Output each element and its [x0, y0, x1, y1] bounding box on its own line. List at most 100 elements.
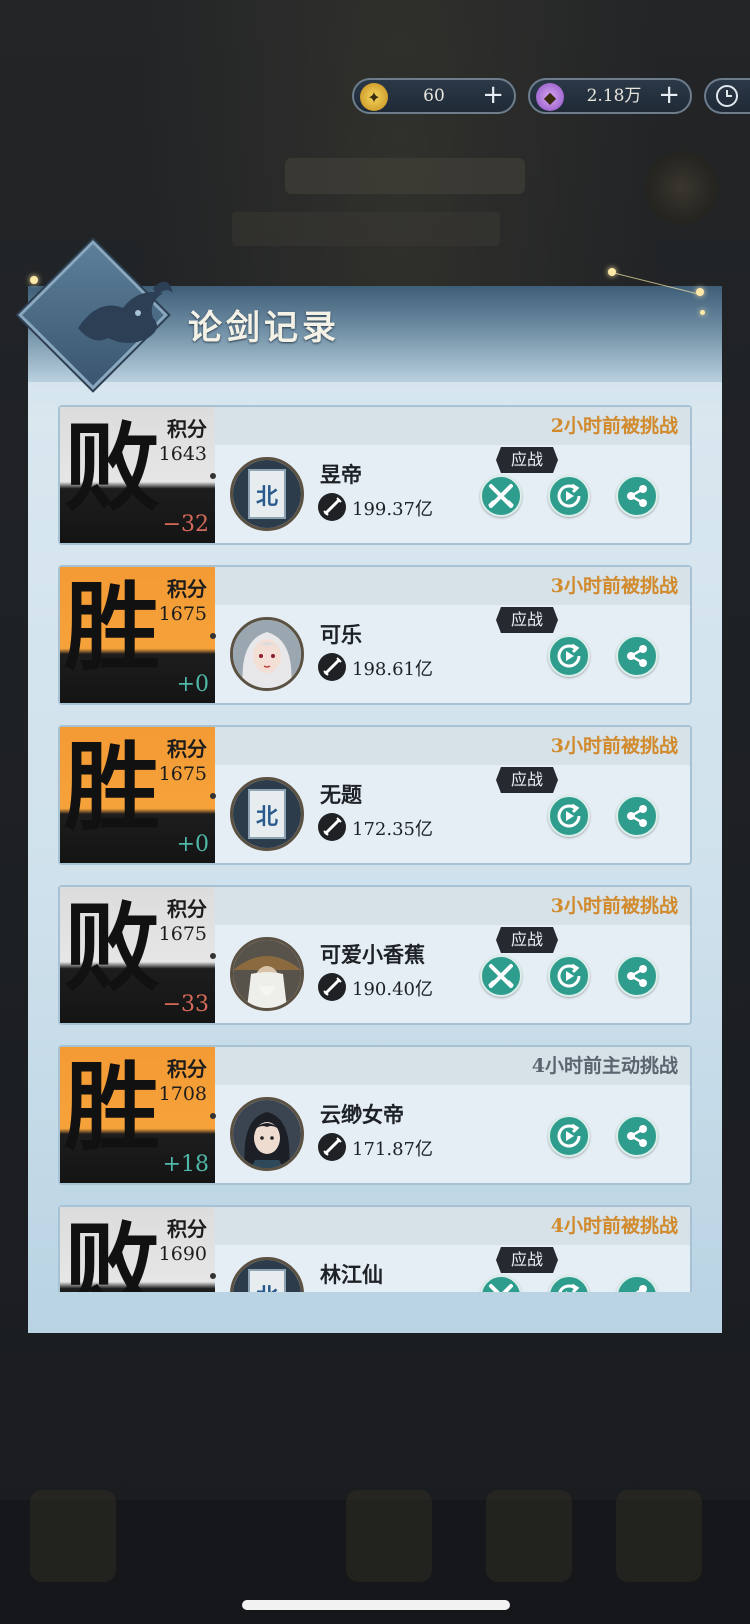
- record-card: 4小时前主动挑战 胜积分 1708 +18 云缈女帝 171.87亿: [58, 1045, 692, 1185]
- score-value: 1643: [158, 443, 207, 465]
- dark-hair-avatar[interactable]: [230, 1097, 304, 1171]
- accept-challenge-tag: 应战: [496, 767, 558, 793]
- timer-widget[interactable]: [704, 78, 750, 114]
- result-mark: 胜: [64, 731, 160, 844]
- challenge-time: 4小时前主动挑战: [531, 1055, 678, 1077]
- share-button[interactable]: [616, 635, 658, 677]
- banner-avatar[interactable]: 北: [230, 1257, 304, 1292]
- banner-avatar[interactable]: 北: [230, 457, 304, 531]
- result-mark: 败: [64, 1211, 160, 1293]
- nav-item-center[interactable]: [346, 1490, 432, 1582]
- add-crystal-button[interactable]: +: [658, 80, 680, 112]
- score-label: 积分: [167, 737, 207, 761]
- crystal-currency: ◆ 2.18万 +: [528, 78, 692, 114]
- result-mark: 胜: [64, 571, 160, 684]
- result-mark: 败: [64, 411, 160, 524]
- purple-crystal-icon: ◆: [536, 83, 564, 111]
- gold-currency: ✦ 60 +: [352, 78, 516, 114]
- svg-text:北: 北: [256, 804, 278, 830]
- combat-power-value: 198.61亿: [352, 659, 433, 680]
- player-name: 无题: [320, 782, 362, 807]
- result-box: 败积分 1675 −33: [60, 887, 215, 1023]
- star-decoration: [700, 310, 705, 315]
- challenge-time: 3小时前被挑战: [550, 895, 678, 917]
- combat-power-icon: [318, 813, 346, 841]
- crystal-amount: 2.18万: [586, 86, 642, 106]
- gold-amount: 60: [423, 86, 445, 106]
- beast-emblem-icon: [78, 281, 173, 343]
- share-button[interactable]: [616, 955, 658, 997]
- divider-dot: [210, 953, 216, 959]
- nav-item-left[interactable]: [30, 1490, 116, 1582]
- player-name: 可爱小香蕉: [320, 942, 425, 967]
- record-card: 4小时前被挑战 败积分1690 北 林江仙 应战: [58, 1205, 692, 1292]
- fight-back-button[interactable]: [480, 1275, 522, 1292]
- score-delta: +0: [176, 672, 209, 697]
- share-button[interactable]: [616, 1275, 658, 1292]
- challenge-time: 3小时前被挑战: [550, 575, 678, 597]
- combat-power-value: 190.40亿: [352, 979, 433, 1000]
- fight-back-button[interactable]: [480, 475, 522, 517]
- player-name: 林江仙: [320, 1262, 383, 1287]
- add-gold-button[interactable]: +: [482, 80, 504, 112]
- accept-challenge-tag: 应战: [496, 607, 558, 633]
- record-list[interactable]: 2小时前被挑战败积分 1643 −32 北昱帝 199.37亿 应战 3小时前被挑战胜积分 1…: [28, 400, 722, 1292]
- player-name: 可乐: [320, 622, 362, 647]
- result-box: 败积分 1643 −32: [60, 407, 215, 543]
- score-delta: −33: [162, 992, 209, 1017]
- score-value: 1675: [158, 603, 207, 625]
- accept-challenge-tag: 应战: [496, 927, 558, 953]
- svg-text:北: 北: [256, 484, 278, 510]
- combat-power-icon: [318, 973, 346, 1001]
- svg-text:北: 北: [256, 1284, 278, 1292]
- combat-power-value: 199.37亿: [352, 499, 433, 520]
- score-value: 1675: [158, 923, 207, 945]
- nav-item-right-1[interactable]: [486, 1490, 572, 1582]
- replay-button[interactable]: [548, 635, 590, 677]
- combat-power-value: 171.87亿: [352, 1139, 433, 1160]
- divider-dot: [210, 1273, 216, 1279]
- replay-button[interactable]: [548, 1115, 590, 1157]
- divider-dot: [210, 633, 216, 639]
- nav-item-right-2[interactable]: [616, 1490, 702, 1582]
- replay-button[interactable]: [548, 1275, 590, 1292]
- combat-power-icon: [318, 1133, 346, 1161]
- score-label: 积分: [167, 897, 207, 921]
- combat-power-icon: [318, 653, 346, 681]
- player-name: 昱帝: [320, 462, 362, 487]
- accept-challenge-tag: 应战: [496, 447, 558, 473]
- result-box: 胜积分 1675 +0: [60, 567, 215, 703]
- straw-hat-elder-avatar[interactable]: [230, 937, 304, 1011]
- score-value: 1690: [158, 1243, 207, 1265]
- player-name: 云缈女帝: [320, 1102, 404, 1127]
- share-button[interactable]: [616, 1115, 658, 1157]
- home-indicator[interactable]: [242, 1600, 510, 1610]
- banner-avatar[interactable]: 北: [230, 777, 304, 851]
- replay-button[interactable]: [548, 795, 590, 837]
- result-box: 败积分 1690: [60, 1207, 215, 1292]
- accept-challenge-tag: 应战: [496, 1247, 558, 1273]
- challenge-time: 2小时前被挑战: [550, 415, 678, 437]
- combat-power-icon: [318, 493, 346, 521]
- score-delta: +18: [162, 1152, 209, 1177]
- background-subtitle: [232, 212, 500, 246]
- challenge-time: 4小时前被挑战: [550, 1215, 678, 1237]
- score-value: 1675: [158, 763, 207, 785]
- replay-button[interactable]: [548, 955, 590, 997]
- star-decoration: [696, 288, 704, 296]
- fight-back-button[interactable]: [480, 955, 522, 997]
- record-card: 2小时前被挑战 败积分 1643 −32 北 昱帝 199.37亿 应战: [58, 405, 692, 545]
- result-box: 胜积分 1675 +0: [60, 727, 215, 863]
- score-delta: +0: [176, 832, 209, 857]
- result-mark: 败: [64, 891, 160, 1004]
- combat-power-value: 172.35亿: [352, 819, 433, 840]
- panel-title: 论剑记录: [188, 308, 340, 348]
- share-button[interactable]: [616, 475, 658, 517]
- clock-icon: [716, 85, 738, 107]
- silver-hair-avatar[interactable]: [230, 617, 304, 691]
- result-box: 胜积分 1708 +18: [60, 1047, 215, 1183]
- share-button[interactable]: [616, 795, 658, 837]
- record-card: 3小时前被挑战 胜积分 1675 +0 北 无题 172.35亿 应战: [58, 725, 692, 865]
- record-card: 3小时前被挑战 败积分 1675 −33 可爱小香蕉 190.40亿 应战: [58, 885, 692, 1025]
- replay-button[interactable]: [548, 475, 590, 517]
